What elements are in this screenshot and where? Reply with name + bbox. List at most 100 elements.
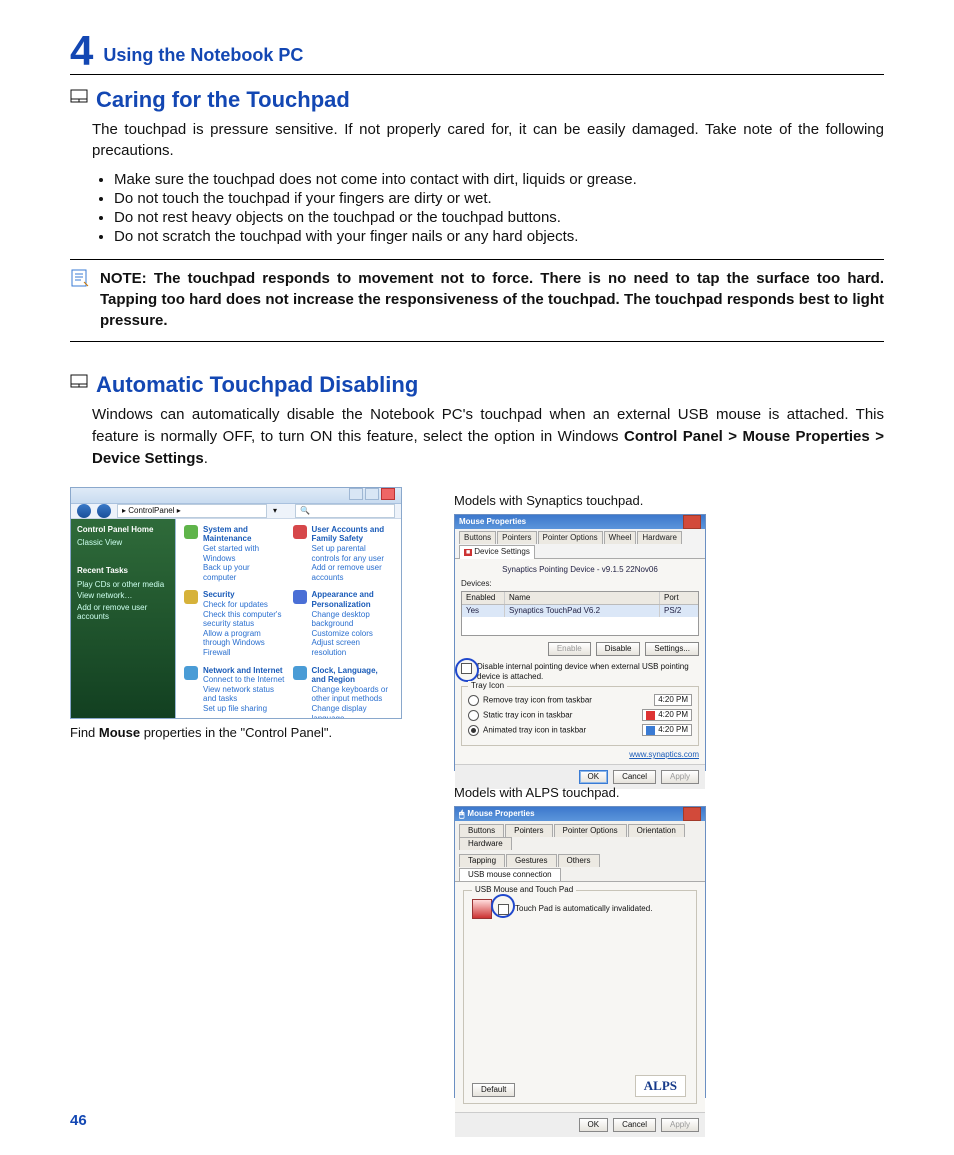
window-titlebar <box>71 488 401 504</box>
touchpad-icon <box>70 374 88 392</box>
tray-option-static[interactable]: Static tray icon in taskbar 4:20 PM <box>468 709 692 721</box>
group-legend: Tray Icon <box>468 681 507 691</box>
usb-mouse-group: USB Mouse and Touch Pad Touch Pad is aut… <box>463 890 697 1104</box>
address-bar[interactable]: ▸ ControlPanel ▸ <box>117 504 267 518</box>
apply-button[interactable]: Apply <box>661 1118 699 1132</box>
tab-pointer-options[interactable]: Pointer Options <box>554 824 627 837</box>
dialog-titlebar: Mouse Properties <box>455 515 705 529</box>
default-button[interactable]: Default <box>472 1083 515 1097</box>
tab-buttons[interactable]: Buttons <box>459 531 496 544</box>
cp-category[interactable]: SecurityCheck for updatesCheck this comp… <box>184 590 285 657</box>
tab-hardware[interactable]: Hardware <box>637 531 682 544</box>
category-sublink[interactable]: Change desktop background <box>312 610 394 629</box>
close-icon[interactable] <box>683 807 701 821</box>
section-title: Caring for the Touchpad <box>96 87 350 113</box>
tray-option-animated[interactable]: Animated tray icon in taskbar 4:20 PM <box>468 724 692 736</box>
close-icon[interactable] <box>683 515 701 529</box>
disable-button[interactable]: Disable <box>596 642 641 656</box>
tab-pointer-options[interactable]: Pointer Options <box>538 531 603 544</box>
precautions-list: Make sure the touchpad does not come int… <box>92 171 884 245</box>
category-sublink[interactable]: View network status and tasks <box>203 685 285 704</box>
category-sublink[interactable]: Change display language <box>312 704 394 719</box>
tab-pointers[interactable]: Pointers <box>497 531 536 544</box>
tab-orientation[interactable]: Orientation <box>628 824 685 837</box>
category-sublink[interactable]: Set up file sharing <box>203 704 285 714</box>
section-title: Automatic Touchpad Disabling <box>96 372 418 398</box>
callout-circle-icon <box>491 894 515 918</box>
col-enabled: Enabled <box>462 592 505 604</box>
devices-label: Devices: <box>461 579 699 589</box>
search-input[interactable]: 🔍 <box>295 504 395 518</box>
dialog-titlebar: 🖱Mouse Properties <box>455 807 705 821</box>
category-icon <box>293 666 307 680</box>
tab-device-settings[interactable]: ■Device Settings <box>459 545 535 559</box>
tab-tapping[interactable]: Tapping <box>459 854 505 867</box>
section-auto-disable: Automatic Touchpad Disabling <box>70 372 884 398</box>
category-sublink[interactable]: Add or remove user accounts <box>312 563 394 582</box>
sidebar-link[interactable]: Classic View <box>77 538 169 548</box>
sidebar-task[interactable]: Play CDs or other media <box>77 580 169 590</box>
cp-category[interactable]: Clock, Language, and RegionChange keyboa… <box>293 666 394 720</box>
ok-button[interactable]: OK <box>579 770 609 784</box>
disable-on-usb-checkbox-row[interactable]: Disable internal pointing device when ex… <box>461 662 699 682</box>
tab-others[interactable]: Others <box>558 854 600 867</box>
tab-pointers[interactable]: Pointers <box>505 824 552 837</box>
section-caring: Caring for the Touchpad <box>70 87 884 113</box>
tab-usb-mouse[interactable]: USB mouse connection <box>459 868 561 881</box>
category-sublink[interactable]: Check for updates <box>203 600 285 610</box>
sidebar-task[interactable]: View network… <box>77 591 169 601</box>
tray-option-remove[interactable]: Remove tray icon from taskbar 4:20 PM <box>468 694 692 706</box>
section1-intro: The touchpad is pressure sensitive. If n… <box>92 119 884 161</box>
list-item: Do not scratch the touchpad with your fi… <box>114 228 884 245</box>
synaptics-link[interactable]: www.synaptics.com <box>461 750 699 760</box>
category-sublink[interactable]: Change keyboards or other input methods <box>312 685 394 704</box>
ok-button[interactable]: OK <box>579 1118 609 1132</box>
nav-back-icon[interactable] <box>77 504 91 518</box>
nav-forward-icon[interactable] <box>97 504 111 518</box>
tab-wheel[interactable]: Wheel <box>604 531 637 544</box>
chapter-title: Using the Notebook PC <box>103 45 303 66</box>
category-icon <box>184 525 198 539</box>
list-item: Make sure the touchpad does not come int… <box>114 171 884 188</box>
cp-category[interactable]: System and MaintenanceGet started with W… <box>184 525 285 583</box>
window-controls[interactable] <box>347 488 395 503</box>
category-sublink[interactable]: Get started with Windows <box>203 544 285 563</box>
category-sublink[interactable]: Connect to the Internet <box>203 675 285 685</box>
cp-category[interactable]: User Accounts and Family SafetySet up pa… <box>293 525 394 583</box>
sidebar-task[interactable]: Add or remove user accounts <box>77 603 169 622</box>
list-item: Do not rest heavy objects on the touchpa… <box>114 209 884 226</box>
cp-category[interactable]: Network and InternetConnect to the Inter… <box>184 666 285 714</box>
dialog-title: Mouse Properties <box>459 517 526 527</box>
alps-checkbox-row[interactable]: Touch Pad is automatically invalidated. <box>472 899 688 919</box>
synaptics-dialog: Mouse Properties Buttons Pointers Pointe… <box>454 514 706 771</box>
category-title[interactable]: Appearance and Personalization <box>312 590 374 609</box>
enable-button[interactable]: Enable <box>548 642 591 656</box>
table-row[interactable]: Yes Synaptics TouchPad V6.2 PS/2 <box>462 605 698 617</box>
category-sublink[interactable]: Customize colors <box>312 629 394 639</box>
cp-category[interactable]: Appearance and PersonalizationChange des… <box>293 590 394 657</box>
caption-control-panel: Find Mouse properties in the "Control Pa… <box>70 725 400 740</box>
note-icon <box>70 268 90 288</box>
apply-button[interactable]: Apply <box>661 770 699 784</box>
sidebar-header: Control Panel Home <box>77 525 169 535</box>
category-sublink[interactable]: Allow a program through Windows Firewall <box>203 629 285 658</box>
touchpad-mouse-icon <box>472 899 492 919</box>
settings-button[interactable]: Settings... <box>645 642 699 656</box>
category-sublink[interactable]: Adjust screen resolution <box>312 638 394 657</box>
category-sublink[interactable]: Set up parental controls for any user <box>312 544 394 563</box>
col-name: Name <box>505 592 660 604</box>
tab-buttons[interactable]: Buttons <box>459 824 504 837</box>
category-title[interactable]: Security <box>203 590 235 599</box>
cancel-button[interactable]: Cancel <box>613 1118 656 1132</box>
tab-hardware[interactable]: Hardware <box>459 837 512 850</box>
cancel-button[interactable]: Cancel <box>613 770 656 784</box>
alps-dialog: 🖱Mouse Properties Buttons Pointers Point… <box>454 806 706 1098</box>
category-sublink[interactable]: Back up your computer <box>203 563 285 582</box>
category-title[interactable]: Clock, Language, and Region <box>312 666 378 685</box>
caption-synaptics: Models with Synaptics touchpad. <box>454 493 884 508</box>
category-title[interactable]: System and Maintenance <box>203 525 251 544</box>
tab-gestures[interactable]: Gestures <box>506 854 556 867</box>
category-title[interactable]: Network and Internet <box>203 666 283 675</box>
category-sublink[interactable]: Check this computer's security status <box>203 610 285 629</box>
category-title[interactable]: User Accounts and Family Safety <box>312 525 385 544</box>
